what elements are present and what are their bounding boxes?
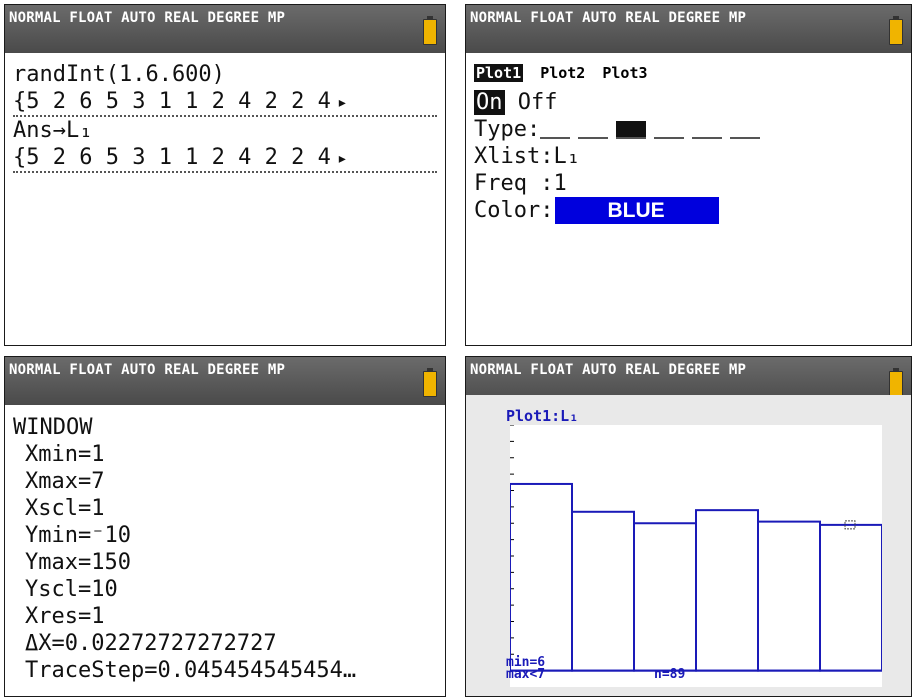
plot-title: Plot1:L₁: [506, 407, 579, 425]
histogram-bar-4: [695, 509, 759, 672]
trace-max: max<7: [506, 667, 546, 682]
tracestep-field[interactable]: TraceStep=0.045454545454…: [13, 657, 437, 684]
scroll-right-icon: ▸: [336, 148, 348, 169]
histogram-bar-5: [757, 520, 821, 672]
status-text: NORMAL FLOAT AUTO REAL DEGREE MP: [9, 362, 286, 378]
xmin-field[interactable]: Xmin=1: [13, 441, 437, 468]
xscl-field[interactable]: Xscl=1: [13, 495, 437, 522]
xmax-field[interactable]: Xmax=7: [13, 468, 437, 495]
type-label: Type:: [474, 117, 541, 142]
status-text: NORMAL FLOAT AUTO REAL DEGREE MP: [9, 10, 286, 26]
home-screen-panel: NORMAL FLOAT AUTO REAL DEGREE MP randInt…: [4, 4, 446, 346]
home-body: randInt(1.6.600) {5 2 6 5 3 1 1 2 4 2 2 …: [13, 61, 437, 345]
status-text: NORMAL FLOAT AUTO REAL DEGREE MP: [470, 362, 747, 378]
battery-icon: [889, 368, 903, 397]
command-randint[interactable]: randInt(1.6.600): [13, 61, 437, 88]
xyline-type-icon[interactable]: [578, 121, 609, 139]
histogram-bar-2: [571, 510, 635, 672]
statplot-panel: NORMAL FLOAT AUTO REAL DEGREE MP Plot1 P…: [465, 4, 912, 346]
statplot-body: Plot1 Plot2 Plot3 On Off Type: Xlist:L₁ …: [474, 61, 903, 345]
yscl-field[interactable]: Yscl=10: [13, 576, 437, 603]
modboxplot-type-icon[interactable]: [654, 121, 685, 139]
result-list-1[interactable]: {5 2 6 5 3 1 1 2 4 2 2 4 ▸: [13, 88, 437, 117]
type-row: Type:: [474, 116, 903, 143]
xres-field[interactable]: Xres=1: [13, 603, 437, 630]
xlist-field[interactable]: Xlist:L₁: [474, 143, 903, 170]
normprob-type-icon[interactable]: [730, 121, 761, 139]
scroll-right-icon: ▸: [336, 92, 348, 113]
battery-icon: [423, 368, 437, 397]
status-bar: NORMAL FLOAT AUTO REAL DEGREE MP: [466, 5, 911, 53]
window-header: WINDOW: [13, 415, 93, 440]
window-panel: NORMAL FLOAT AUTO REAL DEGREE MP WINDOW …: [4, 356, 446, 697]
tab-plot1[interactable]: Plot1: [474, 64, 524, 82]
scatter-type-icon[interactable]: [540, 121, 571, 139]
status-bar: NORMAL FLOAT AUTO REAL DEGREE MP: [5, 5, 445, 53]
status-text: NORMAL FLOAT AUTO REAL DEGREE MP: [470, 10, 747, 26]
histogram-bar-3: [633, 522, 697, 672]
histogram-bar-6: [819, 523, 882, 672]
battery-icon: [423, 16, 437, 45]
command-store[interactable]: Ans→L₁: [13, 117, 437, 144]
tab-plot3[interactable]: Plot3: [602, 64, 647, 82]
histogram-type-icon[interactable]: [616, 121, 647, 139]
status-bar: NORMAL FLOAT AUTO REAL DEGREE MP: [5, 357, 445, 405]
color-row: Color: BLUE: [474, 197, 903, 224]
off-option[interactable]: Off: [518, 90, 558, 115]
on-option[interactable]: On: [474, 90, 505, 115]
boxplot-type-icon[interactable]: [692, 121, 723, 139]
window-body: WINDOW Xmin=1 Xmax=7 Xscl=1 Ymin=⁻10 Yma…: [13, 414, 437, 696]
on-off-row: On Off: [474, 89, 903, 116]
histogram-bar-1: [510, 482, 573, 672]
graph-panel: NORMAL FLOAT AUTO REAL DEGREE MP Plot1:L…: [465, 356, 912, 697]
freq-field[interactable]: Freq :1: [474, 170, 903, 197]
color-selector[interactable]: BLUE: [555, 197, 719, 224]
deltax-field[interactable]: ΔX=0.02272727272727: [13, 630, 437, 657]
battery-icon: [889, 16, 903, 45]
ymax-field[interactable]: Ymax=150: [13, 549, 437, 576]
color-label: Color:: [474, 198, 554, 223]
tab-plot2[interactable]: Plot2: [540, 64, 585, 82]
result-list-2-text: {5 2 6 5 3 1 1 2 4 2 2 4: [13, 145, 331, 170]
ymin-field[interactable]: Ymin=⁻10: [13, 522, 437, 549]
trace-n: n=89: [654, 667, 686, 682]
result-list-2[interactable]: {5 2 6 5 3 1 1 2 4 2 2 4 ▸: [13, 144, 437, 173]
result-list-1-text: {5 2 6 5 3 1 1 2 4 2 2 4: [13, 89, 331, 114]
histogram-chart[interactable]: [510, 425, 882, 687]
plot-tabs: Plot1 Plot2 Plot3: [474, 61, 903, 85]
